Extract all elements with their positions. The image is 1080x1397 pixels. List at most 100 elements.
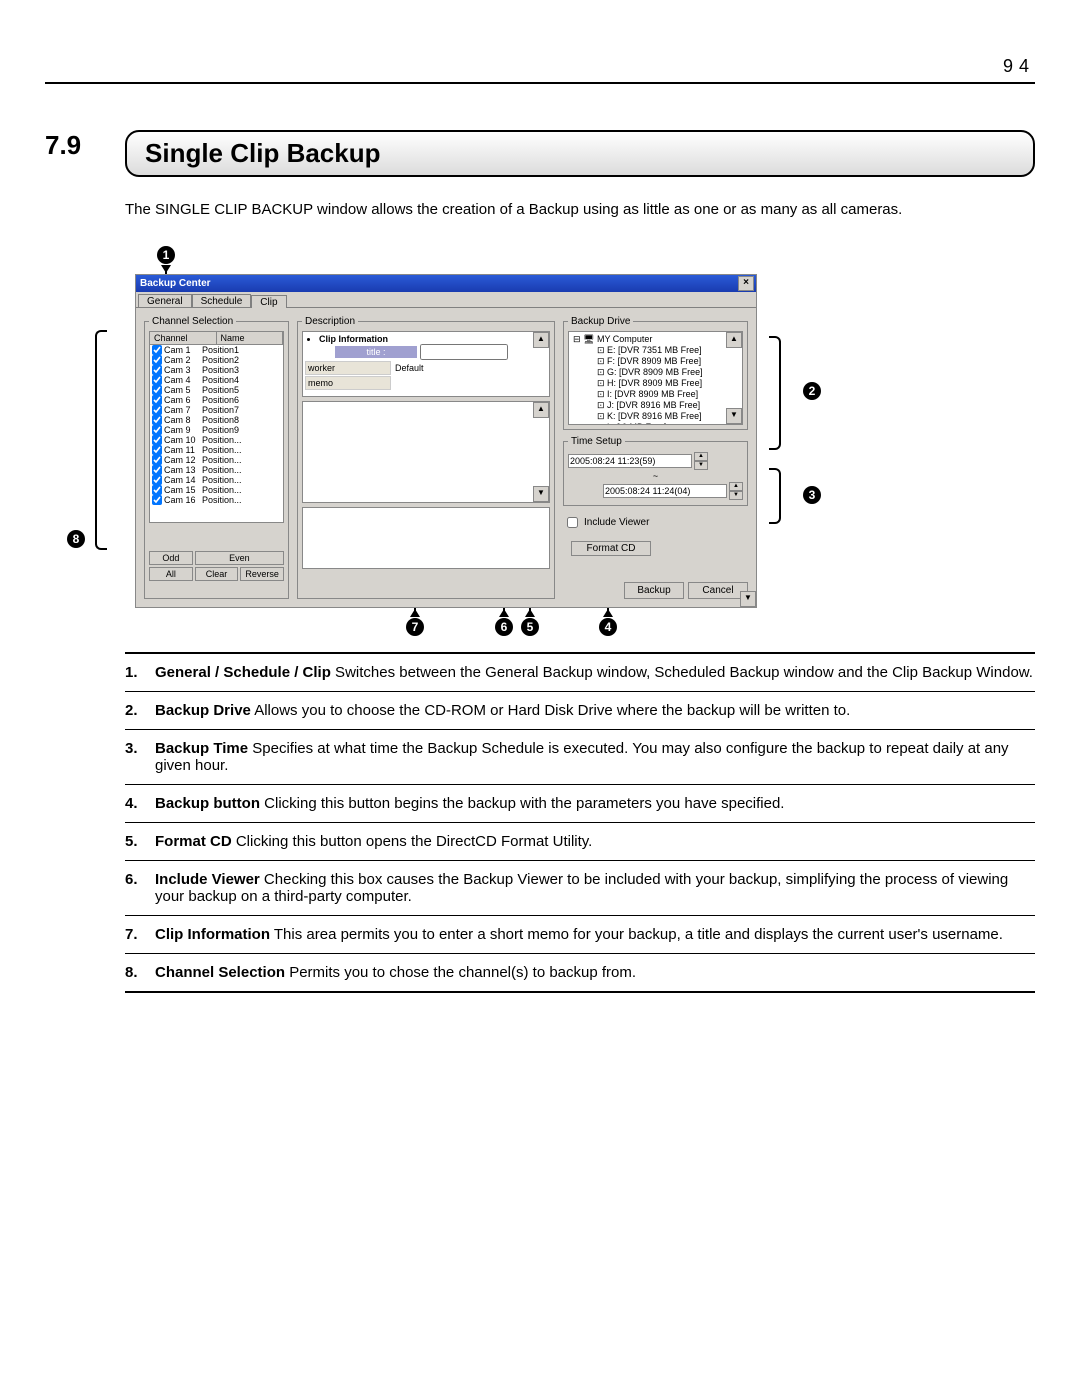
channel-id: Cam 11 [164,445,202,455]
channel-checkbox[interactable] [152,345,162,355]
drive-item[interactable]: ⊡ L: [ 0 MB Free] [571,422,740,425]
channel-checkbox[interactable] [152,445,162,455]
time-to-input[interactable] [603,484,727,498]
channel-row[interactable]: Cam 6Position6 [150,395,283,405]
channel-row[interactable]: Cam 14Position... [150,475,283,485]
all-button[interactable]: All [149,567,193,581]
channel-checkbox[interactable] [152,395,162,405]
channel-row[interactable]: Cam 11Position... [150,445,283,455]
channel-row[interactable]: Cam 1Position1 [150,345,283,355]
section-title: Single Clip Backup [125,130,1035,177]
scroll-down-icon[interactable]: ▼ [740,591,756,607]
scroll-down-icon[interactable]: ▼ [533,486,549,502]
drive-item[interactable]: ⊡ J: [DVR 8916 MB Free] [571,400,740,411]
channel-name: Position... [202,465,242,475]
clear-button[interactable]: Clear [195,567,239,581]
even-button[interactable]: Even [195,551,284,565]
scroll-up-icon[interactable]: ▲ [726,332,742,348]
legend-text: Backup button Clicking this button begin… [155,795,1035,812]
odd-button[interactable]: Odd [149,551,193,565]
channel-list-header: Channel Name [150,332,283,345]
format-cd-button[interactable]: Format CD [571,541,651,556]
tab-schedule[interactable]: Schedule [192,294,252,307]
time-from-input[interactable] [568,454,692,468]
clip-information-box: ▲ Clip Information title : worker Defaul… [302,331,550,397]
channel-checkbox[interactable] [152,375,162,385]
backup-drive-legend: Backup Drive [568,316,633,327]
channel-row[interactable]: Cam 12Position... [150,455,283,465]
callout-1: 1 [157,246,175,264]
scroll-down-icon[interactable]: ▼ [726,408,742,424]
drive-item[interactable]: ⊡ K: [DVR 8916 MB Free] [571,411,740,422]
channel-checkbox[interactable] [152,465,162,475]
tree-root[interactable]: MY Computer [597,334,652,344]
reverse-button[interactable]: Reverse [240,567,284,581]
channel-checkbox[interactable] [152,385,162,395]
tab-general[interactable]: General [138,294,192,307]
time-from-spinner[interactable]: ▲▼ [694,452,708,470]
channel-checkbox[interactable] [152,475,162,485]
drive-item[interactable]: ⊡ F: [DVR 8909 MB Free] [571,356,740,367]
clip-info-heading: Clip Information [319,334,547,344]
legend-number: 6. [125,871,155,905]
channel-id: Cam 5 [164,385,202,395]
channel-checkbox[interactable] [152,415,162,425]
include-viewer-input[interactable] [567,517,578,528]
scroll-up-icon[interactable]: ▲ [533,402,549,418]
channel-row[interactable]: Cam 13Position... [150,465,283,475]
callout-4: 4 [599,618,617,636]
description-area-2[interactable]: ▼ [302,507,550,569]
title-label: title : [335,346,417,358]
channel-checkbox[interactable] [152,425,162,435]
channel-name: Position... [202,475,242,485]
title-input[interactable] [420,344,508,360]
channel-row[interactable]: Cam 3Position3 [150,365,283,375]
channel-row[interactable]: Cam 4Position4 [150,375,283,385]
channel-checkbox[interactable] [152,435,162,445]
description-area-1[interactable]: ▲ ▼ [302,401,550,503]
channel-row[interactable]: Cam 15Position... [150,485,283,495]
drive-item[interactable]: ⊡ H: [DVR 8909 MB Free] [571,378,740,389]
channel-checkbox[interactable] [152,365,162,375]
channel-row[interactable]: Cam 2Position2 [150,355,283,365]
description-legend: Description [302,316,358,327]
backup-center-window: Backup Center × General Schedule Clip Ch… [135,274,757,608]
channel-checkbox[interactable] [152,405,162,415]
legend-item: 5.Format CD Clicking this button opens t… [125,829,1035,854]
channel-checkbox[interactable] [152,355,162,365]
include-viewer-checkbox[interactable]: Include Viewer [563,514,748,531]
channel-row[interactable]: Cam 10Position... [150,435,283,445]
channel-id: Cam 14 [164,475,202,485]
channel-name: Position... [202,485,242,495]
channel-id: Cam 9 [164,425,202,435]
legend-item: 6.Include Viewer Checking this box cause… [125,867,1035,909]
channel-id: Cam 16 [164,495,202,505]
channel-row[interactable]: Cam 16Position... [150,495,283,505]
figure: 1 2 3 8 7 6 5 4 Backup Center × General … [85,274,945,608]
time-to-spinner[interactable]: ▲▼ [729,482,743,500]
channel-checkbox[interactable] [152,495,162,505]
drive-tree[interactable]: ▲ ▼ ⊟ 🖥 MY Computer ⊡ E: [DVR 7351 MB Fr… [568,331,743,425]
drive-item[interactable]: ⊡ E: [DVR 7351 MB Free] [571,345,740,356]
close-icon[interactable]: × [738,276,754,291]
time-setup-panel: Time Setup ▲▼ ~ ▲▼ [563,436,748,506]
drive-item[interactable]: ⊡ I: [DVR 8909 MB Free] [571,389,740,400]
channel-row[interactable]: Cam 5Position5 [150,385,283,395]
drive-item[interactable]: ⊡ G: [DVR 8909 MB Free] [571,367,740,378]
backup-button[interactable]: Backup [624,582,684,599]
legend-text: Backup Drive Allows you to choose the CD… [155,702,1035,719]
callout-8-bracket [95,330,107,550]
channel-row[interactable]: Cam 8Position8 [150,415,283,425]
channel-checkbox[interactable] [152,485,162,495]
channel-checkbox[interactable] [152,455,162,465]
legend-number: 4. [125,795,155,812]
channel-row[interactable]: Cam 9Position9 [150,425,283,435]
tab-strip: General Schedule Clip [136,292,756,308]
channel-list[interactable]: Channel Name Cam 1Position1Cam 2Position… [149,331,284,523]
cancel-button[interactable]: Cancel [688,582,748,599]
channel-name: Position... [202,495,242,505]
channel-name: Position9 [202,425,239,435]
scroll-up-icon[interactable]: ▲ [533,332,549,348]
tab-clip[interactable]: Clip [251,295,286,308]
channel-row[interactable]: Cam 7Position7 [150,405,283,415]
